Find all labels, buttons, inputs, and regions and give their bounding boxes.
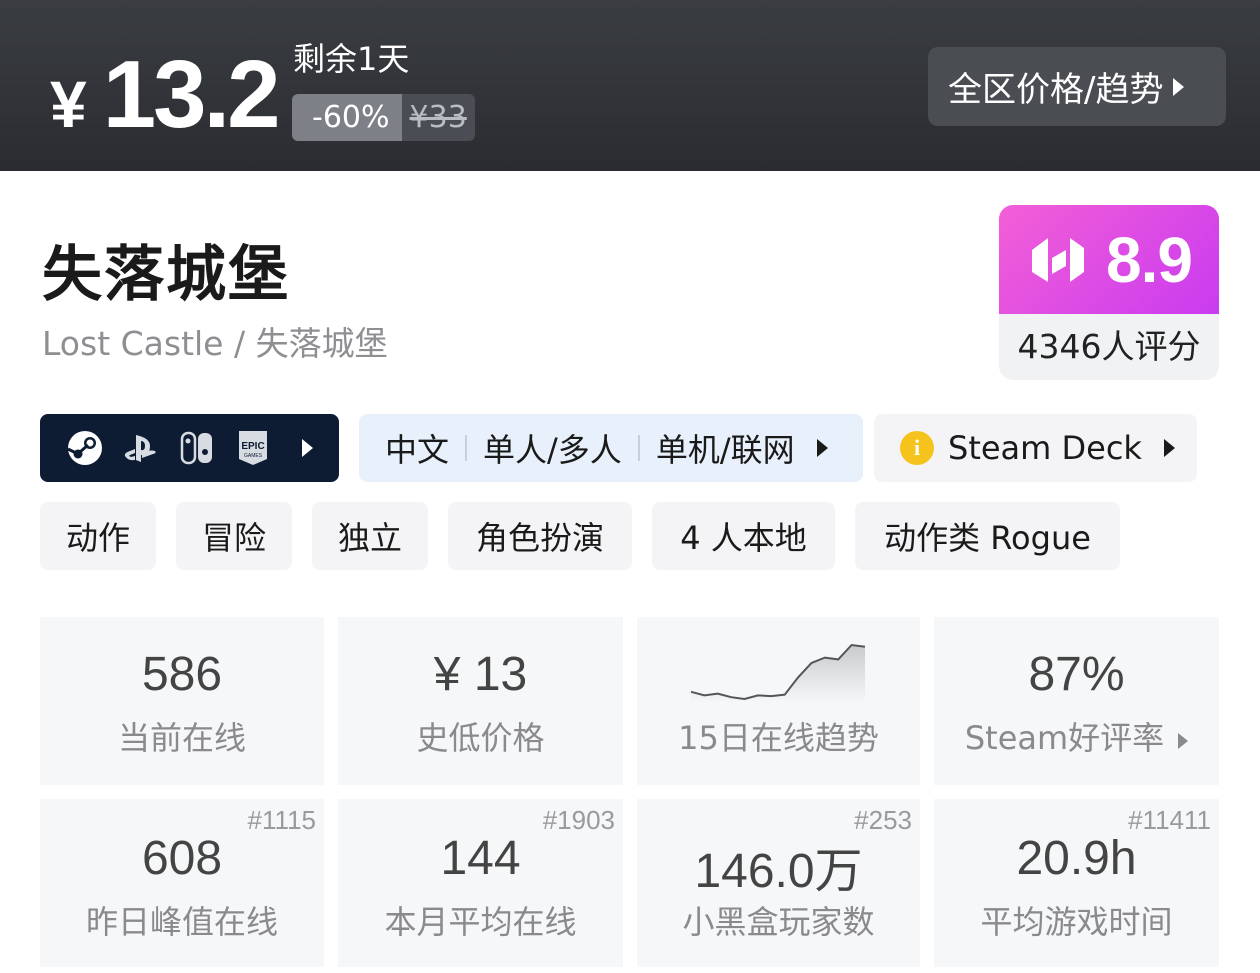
players-label: 单人/多人	[483, 431, 622, 469]
stat-value: 586	[141, 648, 223, 701]
stat-label: 小黑盒玩家数	[682, 903, 875, 941]
chevron-right-icon	[1163, 439, 1175, 457]
stat-steam-rating[interactable]: 87% Steam好评率	[934, 617, 1219, 785]
tag-chip[interactable]: 冒险	[176, 502, 292, 570]
score-value: 8.9	[1106, 223, 1193, 296]
game-title: 失落城堡	[42, 240, 290, 310]
language-label: 中文	[385, 431, 450, 469]
stat-label: Steam好评率	[964, 719, 1165, 757]
tag-chip[interactable]: 动作	[40, 502, 156, 570]
region-price-label: 全区价格/趋势	[948, 70, 1164, 110]
trend-sparkline	[690, 643, 866, 703]
divider	[465, 435, 468, 461]
region-price-button[interactable]: 全区价格/趋势	[928, 47, 1226, 126]
current-price: ¥ 13.2	[50, 40, 281, 150]
stat-value: 20.9h	[1016, 832, 1137, 885]
stat-label: 昨日峰值在线	[85, 903, 278, 941]
online-mode-label: 单机/联网	[655, 431, 795, 469]
language-mode-chip[interactable]: 中文 单人/多人 单机/联网	[359, 414, 863, 482]
stat-heybox-players[interactable]: #253 146.0万 小黑盒玩家数	[637, 799, 920, 967]
stat-value: ¥ 13	[433, 648, 528, 701]
info-icon: i	[900, 431, 934, 465]
heybox-logo-icon	[1032, 237, 1085, 282]
tag-chip[interactable]: 4 人本地	[652, 502, 835, 570]
stat-label: 15日在线趋势	[678, 719, 879, 757]
divider	[637, 435, 640, 461]
stat-average-playtime[interactable]: #11411 20.9h 平均游戏时间	[934, 799, 1219, 967]
chevron-right-icon	[1173, 77, 1185, 96]
stat-value: 87%	[1028, 648, 1125, 701]
stat-label-row: Steam好评率	[934, 713, 1219, 759]
discount-percent: -60%	[292, 94, 402, 141]
stat-peak-yesterday[interactable]: #1115 608 昨日峰值在线	[40, 799, 324, 967]
discount-badge: -60% ¥33	[292, 94, 475, 141]
score-header: 8.9	[999, 205, 1219, 314]
stat-value: 144	[440, 832, 521, 885]
stat-current-online[interactable]: 586 当前在线	[40, 617, 324, 785]
svg-text:GAMES: GAMES	[244, 453, 263, 459]
steam-deck-label: Steam Deck	[948, 429, 1142, 467]
steam-icon	[67, 431, 102, 465]
price-value: 13.2	[102, 41, 281, 148]
tag-chip[interactable]: 动作类 Rogue	[855, 502, 1120, 570]
tag-chip[interactable]: 角色扮演	[448, 502, 632, 570]
currency-symbol: ¥	[50, 67, 87, 141]
playstation-icon	[124, 435, 156, 462]
switch-icon	[180, 431, 212, 465]
svg-text:EPIC: EPIC	[241, 441, 264, 452]
stat-online-trend[interactable]: 15日在线趋势	[637, 617, 920, 785]
stat-label: 史低价格	[416, 719, 545, 757]
score-card[interactable]: 8.9 4346人评分	[999, 205, 1219, 380]
price-bar: ¥ 13.2 剩余1天 -60% ¥33 全区价格/趋势	[0, 0, 1260, 171]
chevron-right-icon	[816, 439, 828, 457]
rating-count: 4346人评分	[1017, 327, 1201, 366]
chevron-right-icon	[302, 439, 313, 457]
tag-chip[interactable]: 独立	[312, 502, 428, 570]
platform-chip[interactable]: EPIC GAMES	[40, 414, 339, 482]
stat-label: 当前在线	[117, 719, 246, 757]
game-subtitle: Lost Castle / 失落城堡	[42, 324, 388, 363]
stat-lowest-price[interactable]: ¥ 13 史低价格	[338, 617, 623, 785]
stat-value: 608	[141, 832, 223, 885]
epic-icon: EPIC GAMES	[239, 431, 267, 465]
steam-deck-chip[interactable]: i Steam Deck	[874, 414, 1197, 482]
stat-label: 平均游戏时间	[980, 903, 1173, 941]
stat-label: 本月平均在线	[384, 903, 577, 941]
chevron-right-icon	[1178, 733, 1189, 749]
time-remaining: 剩余1天	[293, 40, 410, 78]
stat-value: 146.0万	[694, 845, 863, 898]
stat-monthly-average[interactable]: #1903 144 本月平均在线	[338, 799, 623, 967]
original-price: ¥33	[401, 94, 475, 141]
